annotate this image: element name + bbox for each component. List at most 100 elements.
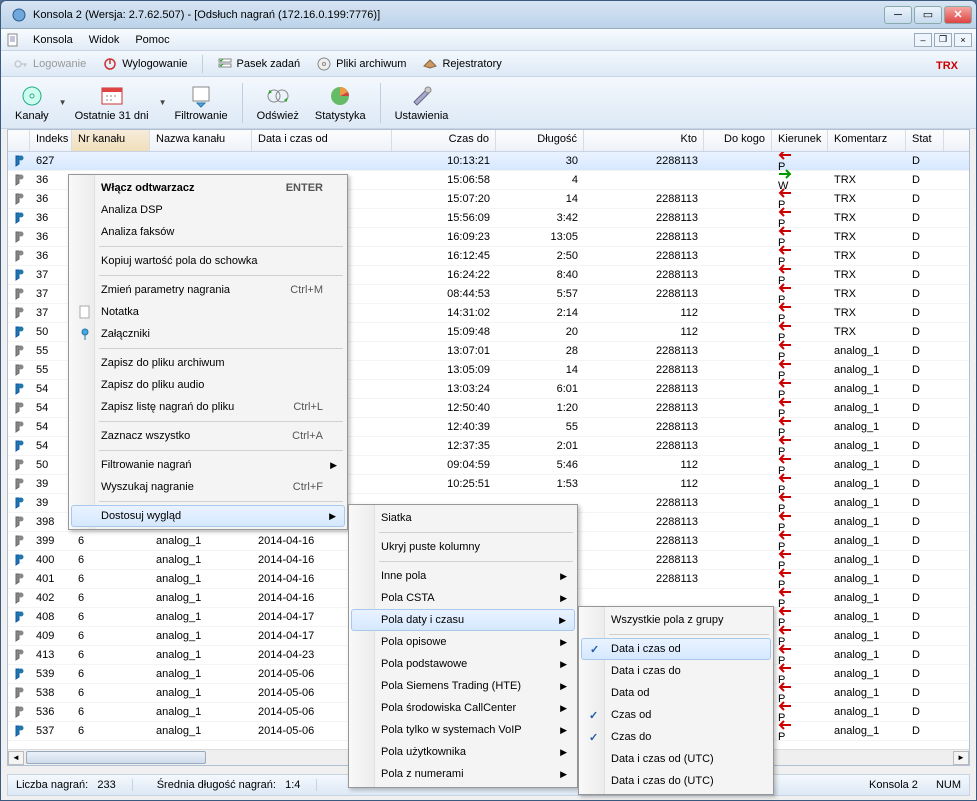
login-button[interactable]: Logowanie [7, 54, 92, 74]
ctx3-timeto[interactable]: ✓Czas do [581, 726, 771, 748]
cell-nr: 6 [72, 611, 150, 623]
ctx-copy[interactable]: Kopiuj wartość pola do schowka [71, 250, 345, 272]
last31-button[interactable]: Ostatnie 31 dni [67, 82, 157, 124]
ctx-dsp-label: Analiza DSP [101, 204, 323, 216]
menu-widok[interactable]: Widok [81, 32, 128, 48]
logout-button[interactable]: Wylogowanie [96, 54, 193, 74]
cell-dl: 55 [496, 421, 584, 433]
cell-kom: analog_1 [828, 573, 906, 585]
menu-konsola[interactable]: Konsola [25, 32, 81, 48]
col-data[interactable]: Data i czas od [252, 130, 392, 151]
ctx2-user[interactable]: Pola użytkownika▶ [351, 741, 575, 763]
dropdown-icon[interactable]: ▼ [159, 98, 167, 107]
ctx2-voip[interactable]: Pola tylko w systemach VoIP▶ [351, 719, 575, 741]
row-icon [8, 724, 30, 738]
ctx2-numbers[interactable]: Pola z numerami▶ [351, 763, 575, 785]
cell-indeks: 37 [30, 269, 72, 281]
settings-button[interactable]: Ustawienia [387, 82, 457, 124]
ctx2-hideempty[interactable]: Ukryj puste kolumny [351, 536, 575, 558]
ctx-fax[interactable]: Analiza faksów [71, 221, 345, 243]
cell-kom: analog_1 [828, 478, 906, 490]
col-dokogo[interactable]: Do kogo [704, 130, 772, 151]
context-menu-main: Włącz odtwarzaczENTER Analiza DSP Analiz… [68, 174, 348, 530]
cell-nazwa: analog_1 [150, 592, 252, 604]
menu-pomoc[interactable]: Pomoc [127, 32, 177, 48]
cell-stat: D [906, 193, 944, 205]
ctx3-all[interactable]: Wszystkie pola z grupy [581, 609, 771, 631]
col-icon[interactable] [8, 130, 30, 151]
recorders-button[interactable]: Rejestratory [416, 54, 507, 74]
ctx-filter[interactable]: Filtrowanie nagrań▶ [71, 454, 345, 476]
ctx2-other[interactable]: Inne pola▶ [351, 565, 575, 587]
ctx2-siemens[interactable]: Pola Siemens Trading (HTE)▶ [351, 675, 575, 697]
filter-button[interactable]: Filtrowanie [166, 82, 235, 124]
ctx-dsp[interactable]: Analiza DSP [71, 199, 345, 221]
col-indeks[interactable]: Indeks [30, 130, 72, 151]
archive-button[interactable]: Pliki archiwum [310, 54, 412, 74]
ctx-saveaudio[interactable]: Zapisz do pliku audio [71, 374, 345, 396]
scroll-left-icon[interactable]: ◄ [8, 751, 24, 765]
ctx2-datetime[interactable]: Pola daty i czasu▶ [351, 609, 575, 631]
col-dlugosc[interactable]: Długość [496, 130, 584, 151]
check-icon: ✓ [590, 643, 599, 656]
row-icon [8, 287, 30, 301]
ctx2-grid[interactable]: Siatka [351, 507, 575, 529]
cell-kom: TRX [828, 269, 906, 281]
ctx-savearch[interactable]: Zapisz do pliku archiwum [71, 352, 345, 374]
cell-dl: 5:57 [496, 288, 584, 300]
ctx-play[interactable]: Włącz odtwarzaczENTER [71, 177, 345, 199]
mdi-restore-button[interactable]: ❐ [934, 33, 952, 47]
channels-button[interactable]: Kanały [7, 82, 57, 124]
maximize-button[interactable]: ▭ [914, 6, 942, 24]
ctx2-basic[interactable]: Pola podstawowe▶ [351, 653, 575, 675]
settings-label: Ustawienia [395, 110, 449, 122]
refresh-button[interactable]: Odśwież [249, 82, 307, 124]
col-kto[interactable]: Kto [584, 130, 704, 151]
scroll-thumb[interactable] [26, 751, 206, 764]
ctx-search[interactable]: Wyszukaj nagranieCtrl+F [71, 476, 345, 498]
ctx2-cc[interactable]: Pola środowiska CallCenter▶ [351, 697, 575, 719]
cell-czas: 15:07:20 [392, 193, 496, 205]
ctx2-desc[interactable]: Pola opisowe▶ [351, 631, 575, 653]
ctx-customize[interactable]: Dostosuj wygląd▶ [71, 505, 345, 527]
calendar-icon [98, 84, 126, 108]
cell-kom: TRX [828, 193, 906, 205]
col-czasdo[interactable]: Czas do [392, 130, 496, 151]
ctx3-datefrom[interactable]: ✓Data i czas od [581, 638, 771, 660]
row-icon [8, 306, 30, 320]
ctx3-timefrom[interactable]: ✓Czas od [581, 704, 771, 726]
col-stat[interactable]: Stat [906, 130, 944, 151]
stats-button[interactable]: Statystyka [307, 82, 374, 124]
taskbar-button[interactable]: Pasek zadań [211, 54, 307, 74]
cell-stat: D [906, 231, 944, 243]
dropdown-icon[interactable]: ▼ [59, 98, 67, 107]
cell-czas: 12:40:39 [392, 421, 496, 433]
row-icon [8, 325, 30, 339]
ctx3-dateonly[interactable]: Data od [581, 682, 771, 704]
cell-stat: D [906, 573, 944, 585]
close-button[interactable]: ✕ [944, 6, 972, 24]
cell-czas: 16:09:23 [392, 231, 496, 243]
col-nrkanalu[interactable]: Nr kanału [72, 130, 150, 151]
ctx2-csta[interactable]: Pola CSTA▶ [351, 587, 575, 609]
minimize-button[interactable]: ─ [884, 6, 912, 24]
ctx2-csta-label: Pola CSTA [381, 592, 553, 604]
ctx-params[interactable]: Zmień parametry nagraniaCtrl+M [71, 279, 345, 301]
mdi-close-button[interactable]: × [954, 33, 972, 47]
ctx-selectall[interactable]: Zaznacz wszystkoCtrl+A [71, 425, 345, 447]
ctx3-dateutcfrom[interactable]: Data i czas od (UTC) [581, 748, 771, 770]
col-nazwa[interactable]: Nazwa kanału [150, 130, 252, 151]
cell-dl: 14 [496, 364, 584, 376]
ctx3-dateutcto[interactable]: Data i czas do (UTC) [581, 770, 771, 792]
cell-stat: D [906, 174, 944, 186]
col-komentarz[interactable]: Komentarz [828, 130, 906, 151]
ctx-attach[interactable]: Załączniki [71, 323, 345, 345]
cell-nazwa: analog_1 [150, 706, 252, 718]
ctx3-dateonly-label: Data od [611, 687, 749, 699]
col-kierunek[interactable]: Kierunek [772, 130, 828, 151]
mdi-minimize-button[interactable]: – [914, 33, 932, 47]
ctx-savelist[interactable]: Zapisz listę nagrań do plikuCtrl+L [71, 396, 345, 418]
ctx3-dateto[interactable]: Data i czas do [581, 660, 771, 682]
scroll-right-icon[interactable]: ► [953, 751, 969, 765]
ctx-note[interactable]: Notatka [71, 301, 345, 323]
